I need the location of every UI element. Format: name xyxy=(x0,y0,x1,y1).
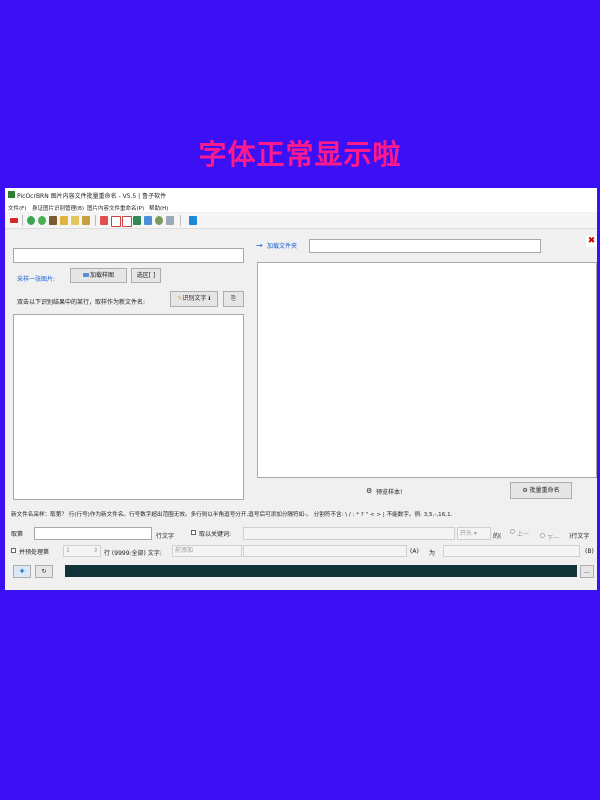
title-bar: PicOcrBRN 图片内容文件批量重命名 - V5.5 | 鲁子软件 xyxy=(5,188,597,202)
image-icon[interactable] xyxy=(82,216,90,225)
ocr-label: 识别文字 xyxy=(182,295,207,302)
save-icon[interactable] xyxy=(144,216,152,225)
end-label: )行文字 xyxy=(569,533,590,540)
document-icon[interactable] xyxy=(71,216,79,225)
window-title: PicOcrBRN 图片内容文件批量重命名 - V5.5 | 鲁子软件 xyxy=(17,193,167,200)
excel-icon[interactable] xyxy=(100,216,108,225)
line-all-label: 行 (9999:全部) 文字: xyxy=(104,550,162,557)
load-sample-label: 加载样图 xyxy=(89,272,114,279)
toolbar xyxy=(5,213,597,229)
app-icon xyxy=(8,191,15,198)
batch-rename-label: 批量重命名 xyxy=(529,487,560,494)
flag-icon[interactable] xyxy=(10,218,18,223)
line-number-input[interactable] xyxy=(34,527,152,540)
menu-file[interactable]: 文件(F) xyxy=(8,204,26,212)
refresh-button[interactable]: ↻ xyxy=(35,565,53,578)
disk-icon[interactable] xyxy=(155,216,163,225)
preprocess-label: 并预处理第 xyxy=(19,549,50,556)
text-a-input[interactable] xyxy=(243,545,407,557)
path-field[interactable] xyxy=(13,248,244,263)
headline: 字体正常显示啦 xyxy=(198,138,402,171)
users-icon[interactable] xyxy=(38,216,46,225)
load-folder-label[interactable]: 加载文件夹 xyxy=(267,241,297,250)
next-label: 下一 xyxy=(547,535,560,542)
image-icon xyxy=(82,273,89,277)
more-button[interactable]: … xyxy=(580,565,594,578)
wand-icon: ⚙ xyxy=(366,487,373,495)
plus-icon: ✚ xyxy=(19,568,25,575)
stepper-arrows-icon: ⇕ xyxy=(92,547,98,554)
toolbar-separator xyxy=(95,215,96,226)
picture-icon[interactable] xyxy=(133,216,141,225)
folder-icon[interactable] xyxy=(60,216,68,225)
arrow-right-icon: → xyxy=(256,241,263,250)
copy-icon: ⎘ xyxy=(231,295,236,302)
user-icon[interactable] xyxy=(27,216,35,225)
file-list[interactable] xyxy=(257,262,597,478)
add-button[interactable]: ✚ xyxy=(13,565,31,578)
ocr-result-list[interactable] xyxy=(13,314,244,500)
keyword-input[interactable] xyxy=(243,527,455,540)
of-label: 的( xyxy=(493,533,502,540)
take-label: 取第 xyxy=(11,531,24,538)
next-radio[interactable] xyxy=(540,533,545,538)
as-label: 为 xyxy=(429,550,436,557)
exit-icon[interactable] xyxy=(189,216,197,225)
position-select-value: 开头 xyxy=(460,530,473,537)
menu-id-image[interactable]: 身证图片识别管理(B) xyxy=(32,204,84,212)
doc-icon[interactable] xyxy=(122,216,132,227)
progress-bar xyxy=(65,565,577,577)
menu-help[interactable]: 帮助(H) xyxy=(149,204,168,212)
line-stepper[interactable]: 1 ⇕ xyxy=(63,545,101,557)
prev-radio[interactable] xyxy=(510,529,515,534)
stepper-value: 1 xyxy=(66,547,70,554)
text-b-input[interactable] xyxy=(443,545,580,557)
menu-bar: 文件(F) 身证图片识别管理(B) 图片内容文件重命名(P) 帮助(H) xyxy=(5,202,597,212)
prev-label: 上一 xyxy=(517,531,530,538)
ellipsis-icon: … xyxy=(584,568,590,575)
app-window: PicOcrBRN 图片内容文件批量重命名 - V5.5 | 鲁子软件 文件(F… xyxy=(5,188,597,590)
rename-rule-hint: 新文件名采样：取第？ 行(行号)作为新文件名。行号数字超出范围无效。多行则以半角… xyxy=(11,512,453,518)
preview-button[interactable]: 预览样本! xyxy=(376,487,402,496)
action-select-value: 前添加 xyxy=(175,547,194,554)
folder-path-field[interactable] xyxy=(309,239,541,253)
tools-icon[interactable] xyxy=(166,216,174,225)
keyword-label: 取以关键词: xyxy=(199,531,232,538)
toolbar-separator xyxy=(180,215,181,226)
close-icon[interactable]: ✖ xyxy=(586,236,597,247)
menu-rename[interactable]: 图片内容文件重命名(P) xyxy=(87,204,144,212)
action-select[interactable]: 前添加 xyxy=(172,545,242,557)
book-icon[interactable] xyxy=(49,216,57,225)
copy-button[interactable]: ⎘ xyxy=(223,291,244,307)
sample-label: 采样一张图片: xyxy=(17,276,56,283)
select-region-button[interactable]: 选区[ ] xyxy=(131,268,161,283)
load-sample-button[interactable]: 加载样图 xyxy=(70,268,127,283)
preprocess-checkbox[interactable] xyxy=(11,548,16,553)
pdf-icon[interactable] xyxy=(111,216,121,227)
refresh-icon: ↻ xyxy=(41,568,47,575)
a-label: (A) xyxy=(410,548,419,555)
toolbar-separator xyxy=(22,215,23,226)
keyword-checkbox[interactable] xyxy=(191,530,196,535)
instruction-label: 双击以下识别结果中的某行，取样作为新文件名: xyxy=(17,299,146,306)
line-text-label: 行文字 xyxy=(156,533,175,540)
batch-rename-button[interactable]: ⚙ 批量重命名 xyxy=(510,482,572,499)
position-select[interactable]: 开头 ▾ xyxy=(457,527,491,540)
ocr-button[interactable]: ✎识别文字 ℹ xyxy=(170,291,218,307)
gear-icon: ⚙ xyxy=(522,487,528,494)
b-label: (B) xyxy=(585,548,594,555)
